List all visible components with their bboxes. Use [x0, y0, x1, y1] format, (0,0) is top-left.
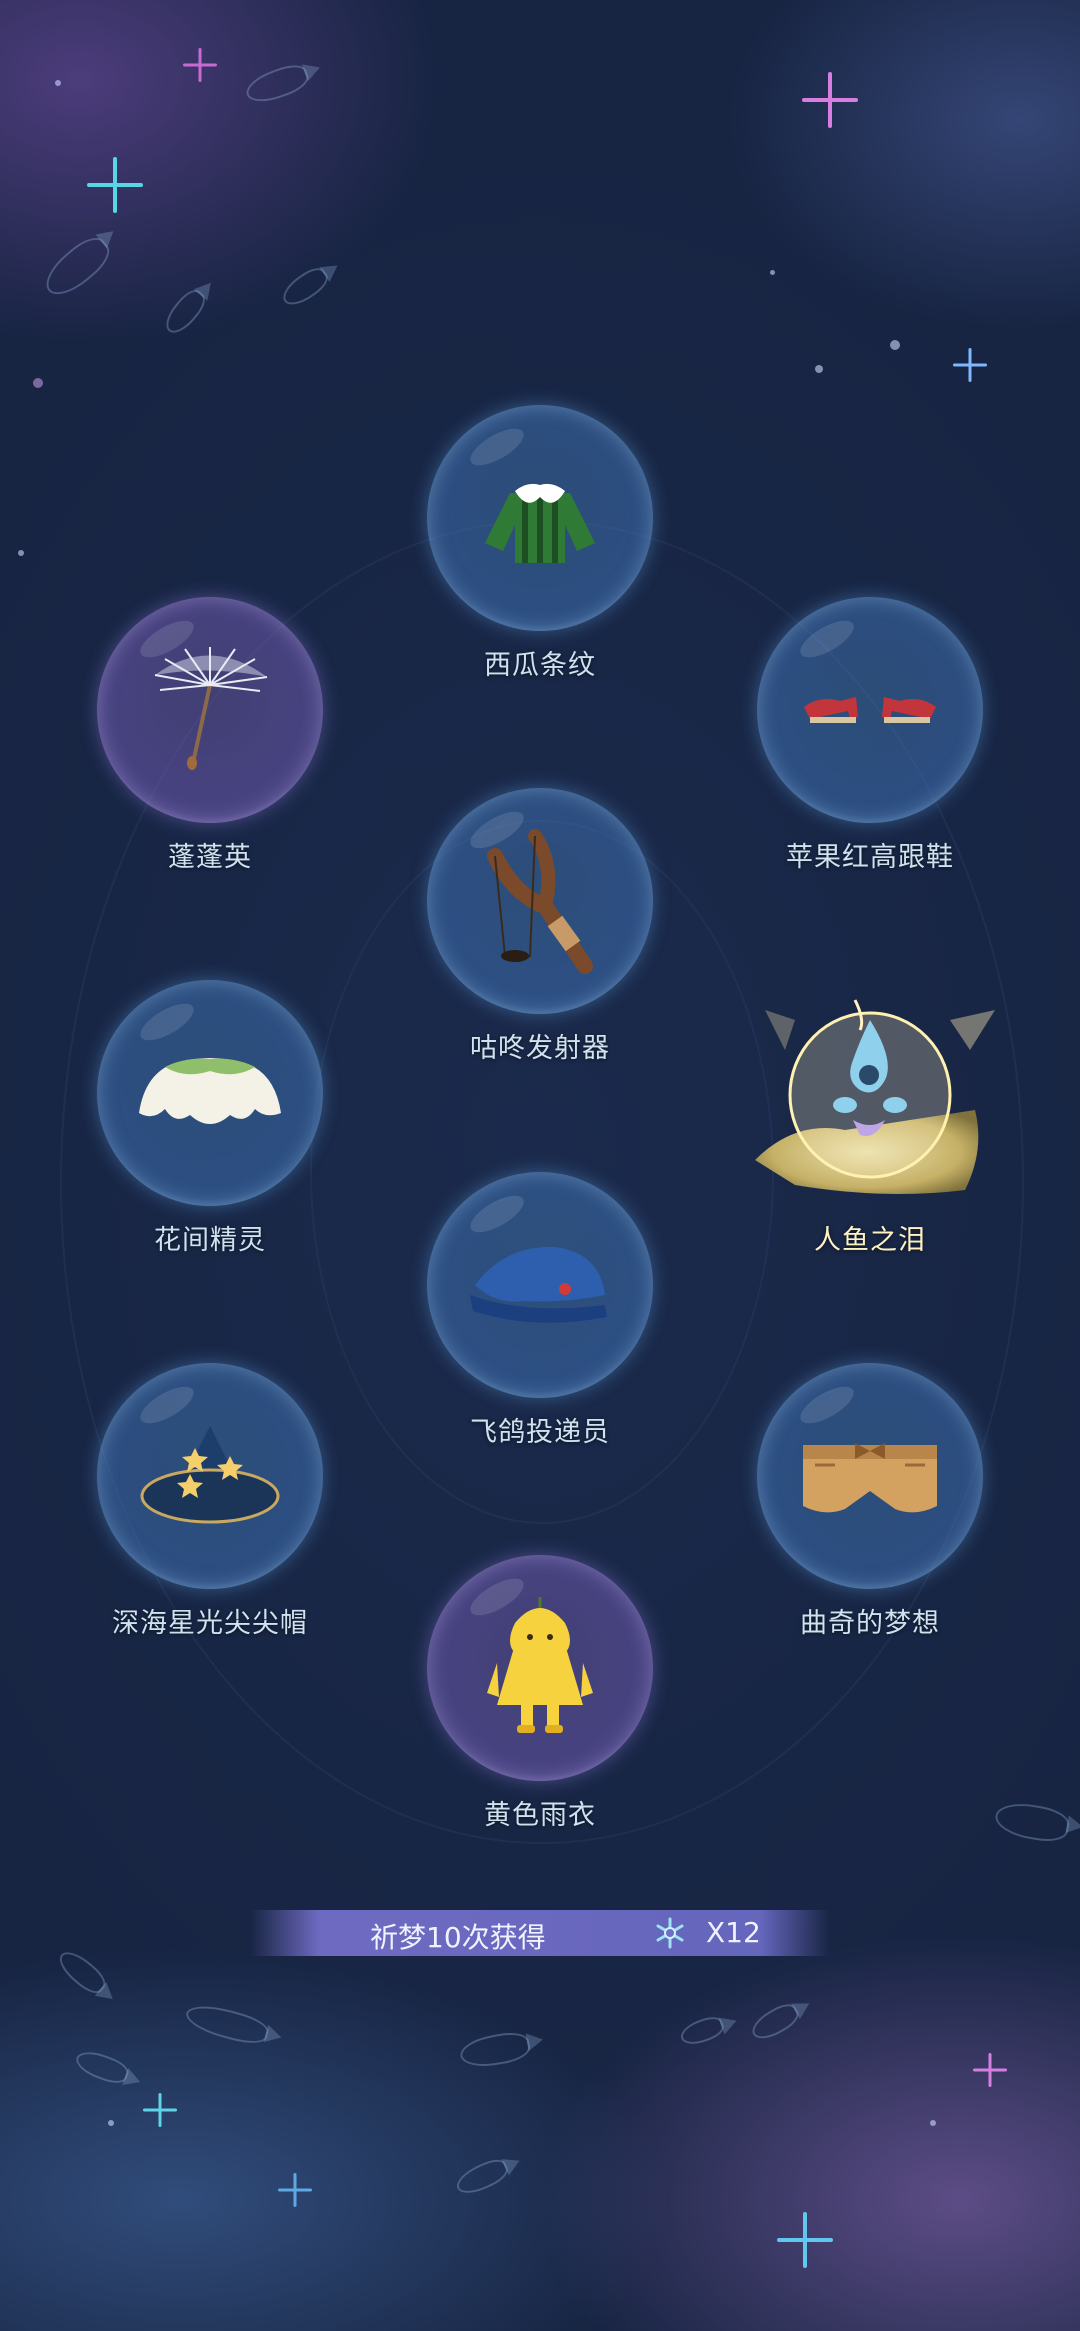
fish-decoration [677, 2013, 727, 2049]
dandelion-icon [154, 647, 268, 770]
star-dot [55, 80, 61, 86]
sparkle-icon [110, 180, 120, 190]
snowflake-token-icon [656, 1917, 684, 1949]
fish-decoration [53, 1945, 111, 1999]
item-bubble [427, 1555, 653, 1781]
red-heels-icon [804, 697, 936, 723]
reward-item-yellow-raincoat[interactable]: 黄色雨衣 [420, 1555, 660, 1832]
sparkle-icon [825, 95, 835, 105]
reward-count: X12 [706, 1916, 761, 1949]
item-bubble [757, 1363, 983, 1589]
item-bubble [757, 597, 983, 823]
reward-item-cookie-dream[interactable]: 曲奇的梦想 [750, 1363, 990, 1640]
fish-decoration [992, 1798, 1072, 1846]
reward-bar: 祈梦10次获得 X12 [250, 1910, 830, 1956]
reward-item-dandelion[interactable]: 蓬蓬英 [90, 597, 330, 874]
slingshot-icon [487, 829, 593, 974]
star-dot [33, 378, 43, 388]
fish-decoration [72, 2046, 132, 2088]
item-bubble [427, 788, 653, 1014]
item-label: 咕咚发射器 [470, 1033, 610, 1064]
item-label: 西瓜条纹 [484, 650, 596, 681]
item-bubble [740, 980, 1000, 1206]
blue-cap-icon [470, 1246, 607, 1323]
fish-decoration [159, 285, 211, 339]
sparkle-icon [965, 360, 975, 370]
star-dot [815, 365, 823, 373]
reward-item-pigeon-courier[interactable]: 飞鸽投递员 [420, 1172, 660, 1449]
fish-decoration [37, 230, 117, 304]
sparkle-icon [800, 2235, 810, 2245]
item-bubble [97, 980, 323, 1206]
fish-decoration [747, 1999, 803, 2045]
item-label: 曲奇的梦想 [800, 1608, 940, 1639]
fish-decoration [277, 262, 333, 312]
star-hat-icon [140, 1426, 280, 1524]
mermaid-tear-icon [755, 999, 995, 1194]
reward-item-red-heels[interactable]: 苹果红高跟鞋 [750, 597, 990, 874]
fish-decoration [452, 2154, 512, 2200]
sparkle-icon [195, 60, 205, 70]
reward-item-slingshot[interactable]: 咕咚发射器 [420, 788, 660, 1065]
fish-decoration [182, 1999, 272, 2049]
reward-condition-text: 祈梦10次获得 [370, 1921, 546, 1954]
item-label: 花间精灵 [154, 1225, 266, 1256]
item-bubble [427, 1172, 653, 1398]
reward-item-mermaid-tear[interactable]: 人鱼之泪 [730, 980, 1010, 1257]
fish-decoration [242, 59, 312, 109]
item-label: 蓬蓬英 [168, 842, 252, 873]
item-label: 飞鸽投递员 [470, 1417, 610, 1448]
item-bubble [427, 405, 653, 631]
yellow-raincoat-icon [487, 1597, 593, 1733]
sparkle-icon [290, 2185, 300, 2195]
flower-fairy-icon [139, 1058, 281, 1124]
star-dot [890, 340, 900, 350]
watermelon-shirt-icon [485, 483, 595, 563]
star-dot [770, 270, 775, 275]
fish-decoration [457, 2029, 533, 2071]
item-bubble [97, 1363, 323, 1589]
sparkle-icon [155, 2105, 165, 2115]
reward-item-deep-sea-star-hat[interactable]: 深海星光尖尖帽 [90, 1363, 330, 1640]
item-label: 黄色雨衣 [484, 1800, 596, 1831]
reward-item-watermelon-stripes[interactable]: 西瓜条纹 [420, 405, 660, 682]
reward-preview-screen: 西瓜条纹 蓬蓬英 苹果红高跟鞋 咕咚发射器 花间精灵 人鱼之泪 飞鸽投递员 深海… [0, 0, 1080, 2331]
item-label: 人鱼之泪 [814, 1225, 926, 1256]
reward-item-flower-fairy[interactable]: 花间精灵 [90, 980, 330, 1257]
sparkle-icon [985, 2065, 995, 2075]
star-dot [18, 550, 24, 556]
cookie-shorts-icon [803, 1443, 937, 1513]
item-label: 深海星光尖尖帽 [112, 1608, 308, 1639]
star-dot [930, 2120, 936, 2126]
star-dot [108, 2120, 114, 2126]
item-bubble [97, 597, 323, 823]
item-label: 苹果红高跟鞋 [786, 842, 954, 873]
